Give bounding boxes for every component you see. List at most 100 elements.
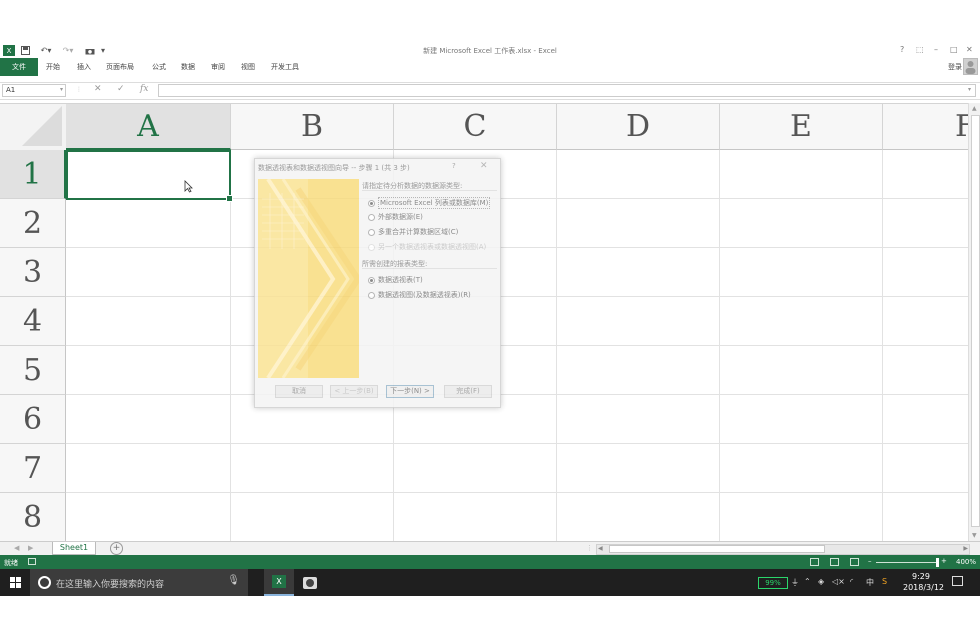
volume-icon[interactable]: ◁× xyxy=(832,577,845,586)
sheet-tab-bar: ◀ ▶ Sheet1 + ⋮ ◀ ▶ xyxy=(0,541,980,556)
scroll-right-icon[interactable]: ▶ xyxy=(963,545,968,553)
new-sheet-button[interactable]: + xyxy=(110,542,123,555)
column-header-c[interactable]: C xyxy=(394,104,557,150)
radio-excel-list[interactable]: Microsoft Excel 列表或数据库(M) xyxy=(368,197,491,209)
battery-indicator[interactable]: 99% xyxy=(758,577,788,589)
ribbon-tabs: 文件 开始 插入 页面布局 公式 数据 审阅 视图 开发工具 登录 xyxy=(0,58,980,76)
radio-icon xyxy=(368,291,375,299)
tab-data[interactable]: 数据 xyxy=(181,62,195,72)
vertical-scroll-thumb[interactable] xyxy=(971,115,980,527)
zoom-slider-knob[interactable] xyxy=(936,558,939,567)
status-text: 就绪 xyxy=(4,559,18,567)
taskbar-screen-recorder-app[interactable] xyxy=(295,569,325,596)
tab-formulas[interactable]: 公式 xyxy=(152,62,166,72)
show-hidden-icons-icon[interactable]: ⌃ xyxy=(804,577,811,586)
active-cell-a1[interactable] xyxy=(66,150,233,202)
taskbar-search-box[interactable]: 在这里输入你要搜索的内容 🎙 xyxy=(30,569,248,596)
gridline xyxy=(66,296,968,297)
expand-formula-bar-icon[interactable]: ▾ xyxy=(968,86,971,93)
tab-split-handle-icon[interactable]: ⋮ xyxy=(586,544,593,552)
radio-external-source[interactable]: 外部数据源(E) xyxy=(368,212,423,222)
minimize-button[interactable]: – xyxy=(934,45,938,54)
page-layout-view-icon[interactable] xyxy=(830,558,839,566)
column-header-f[interactable]: F xyxy=(883,104,968,150)
radio-pivot-chart[interactable]: 数据透视图(及数据透视表)(R) xyxy=(368,290,471,300)
sheet-tab-sheet1[interactable]: Sheet1 xyxy=(52,542,96,555)
action-center-icon[interactable] xyxy=(952,576,963,586)
tab-developer[interactable]: 开发工具 xyxy=(271,62,299,72)
finish-button[interactable]: 完成(F) xyxy=(444,385,492,398)
close-button[interactable]: ✕ xyxy=(966,45,973,54)
normal-view-icon[interactable] xyxy=(810,558,819,566)
ime-indicator[interactable]: 中 xyxy=(866,577,874,588)
radio-label: 数据透视图(及数据透视表)(R) xyxy=(378,291,471,299)
scroll-up-icon[interactable]: ▲ xyxy=(972,105,977,112)
zoom-out-button[interactable]: – xyxy=(868,557,872,565)
radio-icon xyxy=(368,228,375,236)
vertical-scrollbar[interactable]: ▲ ▼ xyxy=(968,103,980,541)
dialog-help-button[interactable]: ? xyxy=(452,162,456,170)
zoom-level[interactable]: 400% xyxy=(956,558,976,566)
row-header-1[interactable]: 1 xyxy=(0,150,66,199)
next-button[interactable]: 下一步(N) > xyxy=(386,385,434,398)
microphone-icon[interactable]: 🎙 xyxy=(227,575,240,586)
page-break-view-icon[interactable] xyxy=(850,558,859,566)
column-header-b[interactable]: B xyxy=(231,104,394,150)
insert-function-icon[interactable]: fx xyxy=(140,84,148,94)
sheet-nav-prev-icon[interactable]: ◀ xyxy=(14,544,19,552)
row-header-3[interactable]: 3 xyxy=(0,248,66,297)
radio-pivot-table[interactable]: 数据透视表(T) xyxy=(368,275,423,285)
sheet-nav-next-icon[interactable]: ▶ xyxy=(28,544,33,552)
name-box[interactable]: A1 xyxy=(2,84,66,97)
cancel-button[interactable]: 取消 xyxy=(275,385,323,398)
row-header-2[interactable]: 2 xyxy=(0,199,66,248)
row-header-4[interactable]: 4 xyxy=(0,297,66,346)
select-all-button[interactable] xyxy=(0,104,67,151)
radio-another-pivot: 另一个数据透视表或数据透视图(A) xyxy=(368,242,486,252)
tab-file[interactable]: 文件 xyxy=(0,58,38,76)
windows-start-icon[interactable] xyxy=(0,569,30,596)
row-header-5[interactable]: 5 xyxy=(0,346,66,395)
input-method-icon[interactable]: S xyxy=(882,577,887,586)
fill-handle[interactable] xyxy=(226,195,233,202)
macro-record-icon[interactable] xyxy=(28,558,36,565)
tray-app-icon[interactable]: ◈ xyxy=(818,577,824,586)
horizontal-scrollbar[interactable]: ◀ ▶ xyxy=(596,544,970,555)
radio-selected-icon xyxy=(368,276,375,284)
taskbar-excel-app[interactable]: X xyxy=(264,569,294,596)
ribbon-display-options-button[interactable]: ⬚ xyxy=(916,45,924,54)
title-bar: X ↶▾ ↷▾ ▾ 新建 Microsoft Excel 工作表.xlsx - … xyxy=(0,44,980,58)
tab-home[interactable]: 开始 xyxy=(46,62,60,72)
scroll-down-icon[interactable]: ▼ xyxy=(972,532,977,539)
radio-multiple-ranges[interactable]: 多重合并计算数据区域(C) xyxy=(368,227,458,237)
column-header-e[interactable]: E xyxy=(720,104,883,150)
wifi-icon[interactable]: ◜ xyxy=(850,577,853,586)
clock-date[interactable]: 2018/3/12 xyxy=(903,583,944,592)
formula-input[interactable] xyxy=(158,84,976,97)
horizontal-scroll-thumb[interactable] xyxy=(609,545,825,553)
tab-insert[interactable]: 插入 xyxy=(77,62,91,72)
enter-icon[interactable]: ✓ xyxy=(117,84,125,94)
column-header-a[interactable]: A xyxy=(66,104,231,150)
pivot-wizard-dialog: 数据透视表和数据透视图向导 -- 步骤 1 (共 3 步) ? ✕ 请指定待分析… xyxy=(254,158,501,408)
restore-button[interactable]: □ xyxy=(950,45,958,54)
formula-bar: A1 ▾ ⋮ ✕ ✓ fx ▾ xyxy=(0,82,980,100)
cancel-icon[interactable]: ✕ xyxy=(94,84,102,94)
zoom-in-button[interactable]: + xyxy=(941,557,947,565)
scroll-left-icon[interactable]: ◀ xyxy=(598,545,603,553)
row-header-7[interactable]: 7 xyxy=(0,444,66,493)
clock-time[interactable]: 9:29 xyxy=(912,572,930,581)
tab-page-layout[interactable]: 页面布局 xyxy=(106,62,134,72)
zoom-slider[interactable] xyxy=(876,562,936,563)
dialog-close-button[interactable]: ✕ xyxy=(480,161,488,171)
sign-in-link[interactable]: 登录 xyxy=(948,62,962,72)
avatar[interactable] xyxy=(963,58,978,75)
row-header-8[interactable]: 8 xyxy=(0,493,66,542)
tab-view[interactable]: 视图 xyxy=(241,62,255,72)
help-button[interactable]: ? xyxy=(900,45,904,54)
column-header-d[interactable]: D xyxy=(557,104,720,150)
row-header-6[interactable]: 6 xyxy=(0,395,66,444)
name-box-dropdown-icon[interactable]: ▾ xyxy=(60,86,63,93)
power-plug-icon[interactable]: ⏚ xyxy=(791,577,799,588)
tab-review[interactable]: 审阅 xyxy=(211,62,225,72)
